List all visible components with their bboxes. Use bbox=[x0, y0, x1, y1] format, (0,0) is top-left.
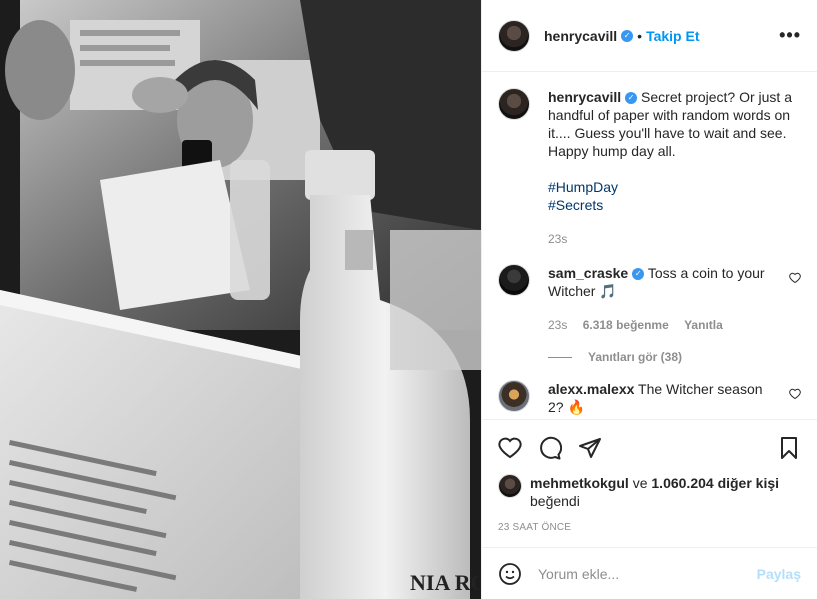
post-comment-button[interactable]: Paylaş bbox=[757, 566, 801, 582]
caption-username[interactable]: henrycavill bbox=[548, 89, 621, 105]
hashtag-link[interactable]: #HumpDay bbox=[548, 178, 801, 196]
emoji-smiley-icon[interactable] bbox=[498, 562, 522, 586]
action-bar bbox=[498, 428, 801, 468]
bottle-label-text: NIA ROSEMA bbox=[410, 570, 481, 595]
comment-body: sam_craske ✓ Toss a coin to your Witcher … bbox=[548, 264, 781, 334]
caption-meta: 23s bbox=[548, 230, 801, 248]
comment-input[interactable] bbox=[538, 565, 757, 582]
comment-item: alexx.malexx The Witcher season 2? 🔥 bbox=[498, 380, 801, 416]
post-header: henrycavill ✓ • Takip Et ••• bbox=[482, 0, 817, 72]
follow-button[interactable]: Takip Et bbox=[646, 28, 699, 44]
verified-badge-icon: ✓ bbox=[632, 268, 645, 281]
comment-like-heart-icon[interactable] bbox=[789, 272, 801, 284]
share-paper-plane-icon[interactable] bbox=[578, 436, 602, 460]
comment-time[interactable]: 23s bbox=[548, 318, 567, 332]
view-replies-button[interactable]: Yanıtları gör (38) bbox=[548, 350, 801, 364]
save-bookmark-icon[interactable] bbox=[777, 436, 801, 460]
comment-likes[interactable]: 6.318 beğenme bbox=[583, 318, 669, 332]
separator-dot: • bbox=[637, 27, 643, 44]
commenter-username[interactable]: sam_craske bbox=[548, 265, 628, 281]
post-photo-illustration: NIA ROSEMA bbox=[0, 0, 481, 599]
replies-divider bbox=[548, 356, 572, 358]
caption-time[interactable]: 23s bbox=[548, 232, 567, 246]
likes-summary: mehmetkokgul ve 1.060.204 diğer kişi beğ… bbox=[498, 474, 801, 510]
likes-count[interactable]: 1.060.204 diğer kişi bbox=[651, 475, 779, 491]
more-options-icon[interactable]: ••• bbox=[779, 25, 801, 46]
comment-like-heart-icon[interactable] bbox=[789, 388, 801, 400]
likes-text: mehmetkokgul ve 1.060.204 diğer kişi beğ… bbox=[530, 474, 779, 510]
caption-body: henrycavill ✓ Secret project? Or just a h… bbox=[548, 88, 801, 248]
verified-badge-icon: ✓ bbox=[621, 29, 634, 42]
comment-meta: 23s 6.318 beğenme Yanıtla bbox=[548, 316, 781, 334]
instagram-post: NIA ROSEMA henrycavill ✓ • Takip Et ••• … bbox=[0, 0, 817, 599]
post-photo[interactable]: NIA ROSEMA bbox=[0, 0, 481, 599]
add-comment-bar: Paylaş bbox=[482, 547, 817, 599]
commenter-username[interactable]: alexx.malexx bbox=[548, 381, 634, 397]
likes-connector: ve bbox=[632, 475, 648, 491]
author-username[interactable]: henrycavill bbox=[544, 28, 617, 44]
likes-suffix: beğendi bbox=[530, 493, 580, 509]
commenter-avatar[interactable] bbox=[498, 380, 530, 412]
view-replies-label: Yanıtları gör (38) bbox=[588, 350, 683, 364]
post-actions: mehmetkokgul ve 1.060.204 diğer kişi beğ… bbox=[482, 419, 817, 547]
caption-avatar[interactable] bbox=[498, 88, 530, 120]
commenter-avatar[interactable] bbox=[498, 264, 530, 296]
reply-button[interactable]: Yanıtla bbox=[684, 318, 723, 332]
comment-item: sam_craske ✓ Toss a coin to your Witcher … bbox=[498, 264, 801, 334]
hashtag-link[interactable]: #Secrets bbox=[548, 196, 801, 214]
liker-username[interactable]: mehmetkokgul bbox=[530, 475, 629, 491]
post-sidebar: henrycavill ✓ • Takip Et ••• henrycavill… bbox=[481, 0, 817, 599]
liker-avatar[interactable] bbox=[498, 474, 522, 498]
comment-body: alexx.malexx The Witcher season 2? 🔥 bbox=[548, 380, 781, 416]
caption: henrycavill ✓ Secret project? Or just a h… bbox=[498, 88, 801, 248]
like-heart-icon[interactable] bbox=[498, 436, 522, 460]
verified-badge-icon: ✓ bbox=[625, 92, 638, 105]
comments-list[interactable]: henrycavill ✓ Secret project? Or just a h… bbox=[482, 72, 817, 419]
post-timestamp[interactable]: 23 SAAT ÖNCE bbox=[498, 522, 801, 533]
comment-bubble-icon[interactable] bbox=[538, 436, 562, 460]
author-avatar[interactable] bbox=[498, 19, 530, 52]
